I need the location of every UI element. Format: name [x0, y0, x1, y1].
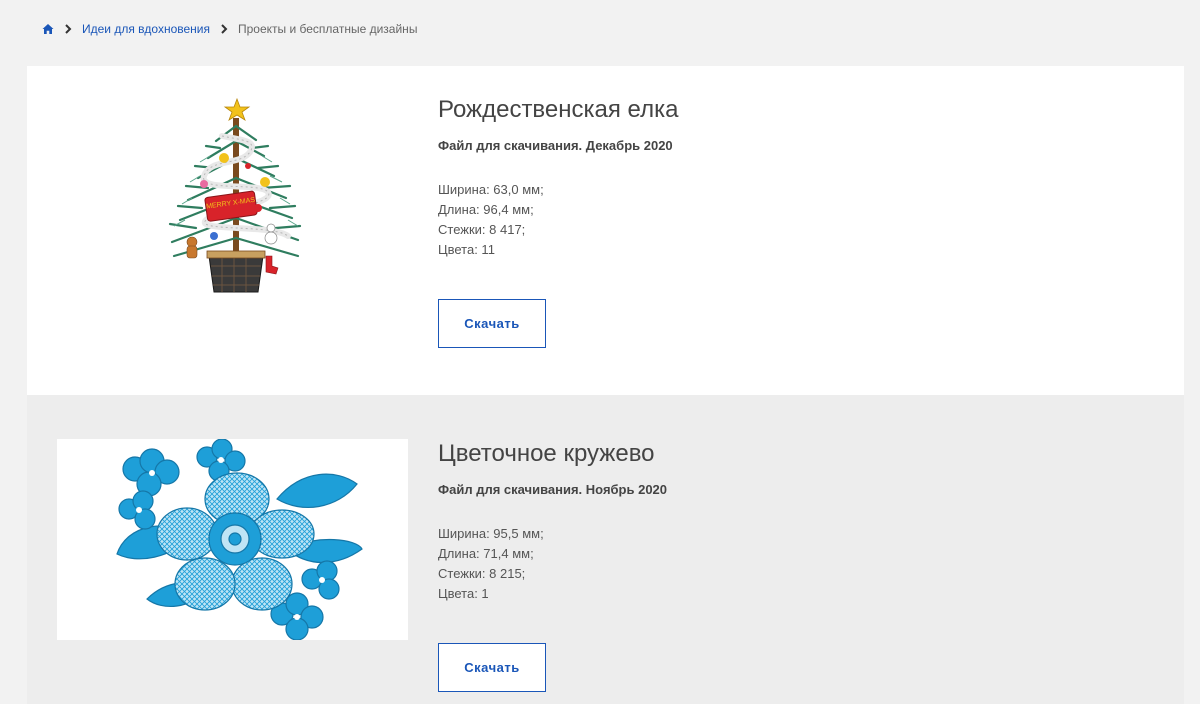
download-button[interactable]: Скачать	[438, 643, 546, 692]
breadcrumb: Идеи для вдохновения Проекты и бесплатны…	[42, 21, 417, 37]
design-subtitle: Файл для скачивания. Декабрь 2020	[438, 138, 673, 153]
chevron-right-icon	[220, 24, 228, 34]
download-button[interactable]: Скачать	[438, 299, 546, 348]
spec-colors: Цвета: 11	[438, 242, 495, 257]
design-title: Цветочное кружево	[438, 440, 655, 467]
spec-colors: Цвета: 1	[438, 586, 489, 601]
home-icon[interactable]	[42, 23, 54, 35]
breadcrumb-link-inspiration[interactable]: Идеи для вдохновения	[82, 22, 210, 36]
design-specs: Ширина: 63,0 мм; Длина: 96,4 мм; Стежки:…	[438, 180, 678, 260]
design-specs: Ширина: 95,5 мм; Длина: 71,4 мм; Стежки:…	[438, 524, 667, 604]
design-info-christmas-tree: Рождественская елка Файл для скачивания.…	[438, 96, 678, 348]
spec-width: Ширина: 95,5 мм;	[438, 526, 544, 541]
spec-stitches: Стежки: 8 215;	[438, 566, 526, 581]
design-title: Рождественская елка	[438, 96, 679, 123]
spec-length: Длина: 71,4 мм;	[438, 546, 534, 561]
floral-lace-image[interactable]	[57, 438, 408, 641]
christmas-tree-image[interactable]: MERRY X-MAS	[140, 96, 330, 301]
breadcrumb-current: Проекты и бесплатные дизайны	[238, 22, 418, 36]
chevron-right-icon	[64, 24, 72, 34]
spec-length: Длина: 96,4 мм;	[438, 202, 534, 217]
spec-stitches: Стежки: 8 417;	[438, 222, 526, 237]
design-subtitle: Файл для скачивания. Ноябрь 2020	[438, 482, 668, 497]
spec-width: Ширина: 63,0 мм;	[438, 182, 544, 197]
design-info-floral-lace: Цветочное кружево Файл для скачивания. Н…	[438, 440, 667, 692]
